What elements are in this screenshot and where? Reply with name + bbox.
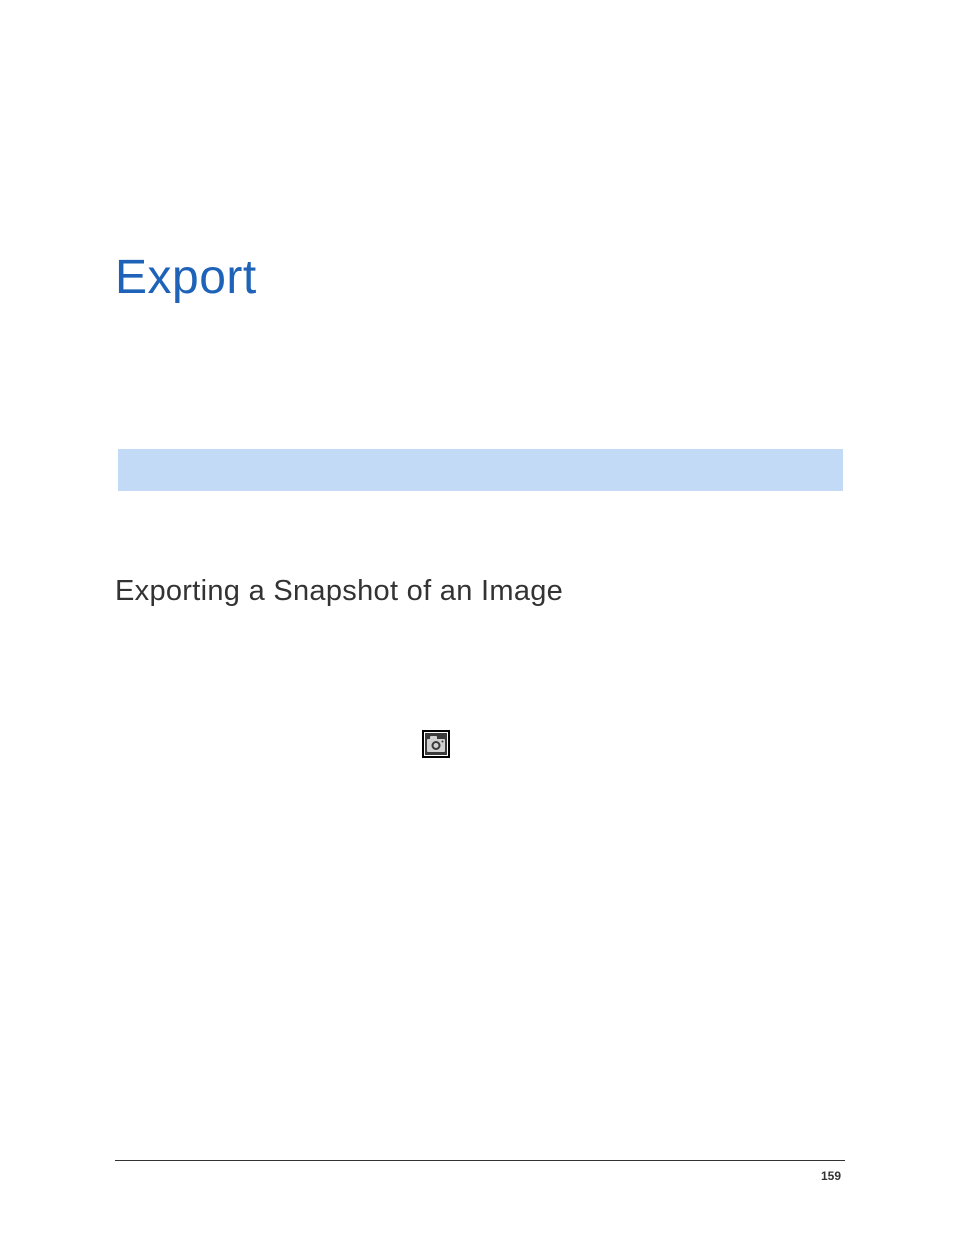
- section-heading: Exporting a Snapshot of an Image: [115, 575, 563, 608]
- document-page: Export Exporting a Snapshot of an Image …: [0, 0, 954, 1235]
- page-number: 159: [821, 1169, 841, 1183]
- chapter-title: Export: [115, 250, 257, 305]
- section-divider-bar: [118, 449, 843, 491]
- footer-divider: [115, 1160, 845, 1161]
- camera-icon-svg: [422, 730, 450, 758]
- camera-icon: [422, 730, 450, 758]
